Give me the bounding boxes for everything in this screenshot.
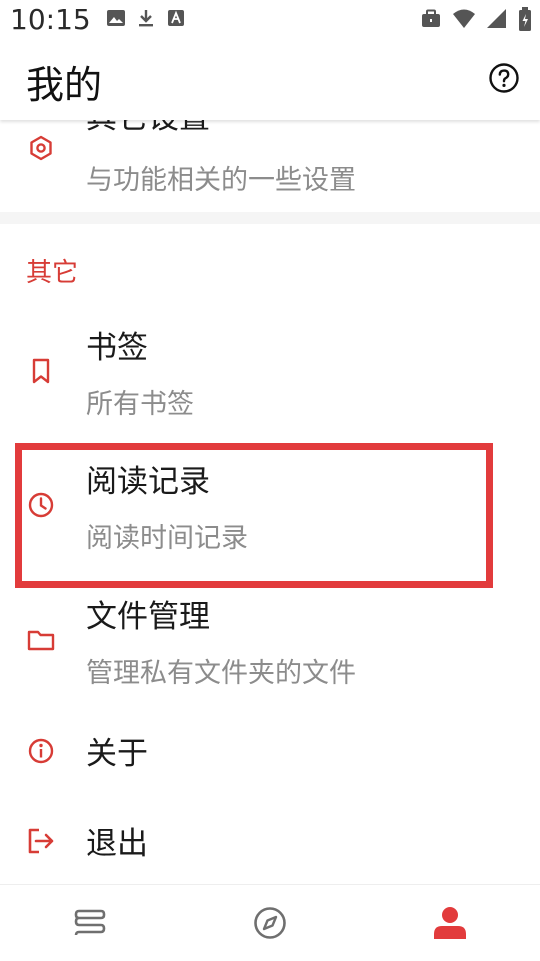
status-left-icons: [106, 8, 186, 28]
settings-list[interactable]: 其它设置 与功能相关的一些设置 其它 书签 所有书签 阅读记录 阅读时间记录 文…: [0, 120, 540, 884]
explore-icon[interactable]: [250, 903, 290, 943]
section-divider: [0, 212, 540, 224]
list-item-other-settings[interactable]: 其它设置 与功能相关的一些设置: [0, 120, 540, 212]
item-title: 关于: [86, 736, 148, 772]
logout-icon: [28, 828, 54, 854]
image-icon: [107, 10, 125, 26]
status-bar: 10:15: [0, 0, 540, 40]
status-time: 10:15: [10, 3, 91, 36]
download-icon: [139, 10, 153, 27]
item-title: 文件管理: [86, 599, 210, 635]
wifi-icon: [453, 9, 475, 28]
profile-icon[interactable]: [430, 903, 470, 943]
list-item-logout[interactable]: 退出: [0, 800, 540, 884]
item-title: 退出: [86, 826, 148, 862]
bottom-nav: [0, 884, 540, 961]
app-bar: 我的: [0, 40, 540, 120]
section-header-other: 其它: [26, 258, 79, 288]
info-icon: [28, 738, 54, 764]
item-subtitle: 阅读时间记录: [86, 523, 248, 554]
clock-icon: [28, 492, 54, 518]
a-icon: [168, 10, 184, 26]
item-subtitle: 管理私有文件夹的文件: [86, 658, 356, 689]
folder-icon: [27, 630, 55, 651]
list-item-reading-history[interactable]: 阅读记录 阅读时间记录: [0, 450, 540, 580]
bookshelf-icon[interactable]: [70, 903, 110, 943]
item-subtitle: 所有书签: [86, 389, 194, 420]
battery-icon: [519, 7, 531, 31]
list-item-bookmarks[interactable]: 书签 所有书签: [0, 316, 540, 436]
status-right-icons: [420, 7, 532, 31]
item-title: 书签: [86, 330, 148, 366]
item-subtitle: 与功能相关的一些设置: [86, 165, 356, 196]
page-title: 我的: [26, 63, 103, 107]
item-title: 其它设置: [86, 120, 210, 137]
signal-icon: [487, 9, 506, 28]
list-item-about[interactable]: 关于: [0, 710, 540, 794]
help-circle-icon[interactable]: [488, 62, 520, 94]
settings-icon: [30, 135, 52, 161]
item-title: 阅读记录: [86, 464, 210, 500]
bookmark-icon: [32, 358, 50, 384]
list-item-file-management[interactable]: 文件管理 管理私有文件夹的文件: [0, 585, 540, 710]
briefcase-icon: [422, 9, 440, 27]
